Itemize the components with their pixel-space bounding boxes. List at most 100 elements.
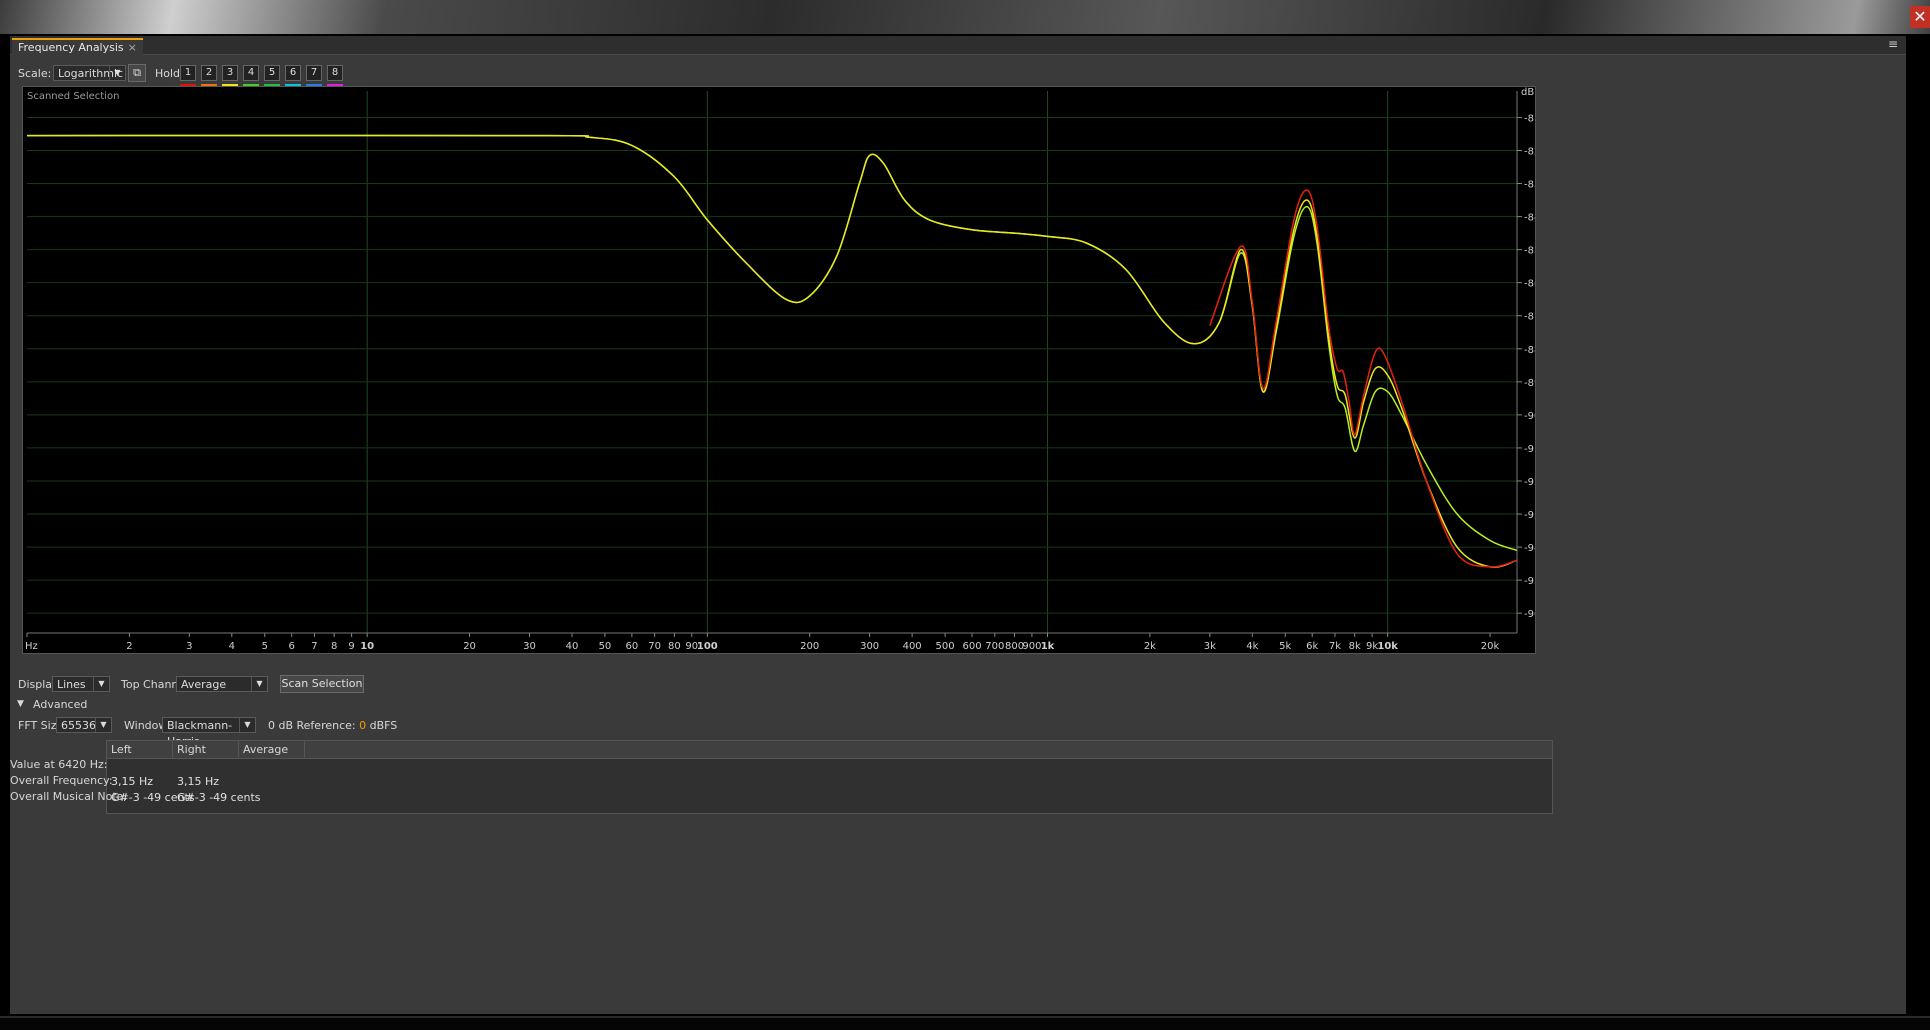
row-label-value-at: Value at 6420 Hz: <box>10 758 108 771</box>
x-tick-label: 300 <box>860 641 879 652</box>
x-tick-label: 3k <box>1204 641 1216 652</box>
scale-dropdown[interactable]: Logarithmic ▼ <box>53 65 126 81</box>
frequency-analysis-panel: Frequency Analysis × ≡ Scale: Logarithmic… <box>10 36 1906 1014</box>
hold-button-4[interactable]: 4 <box>243 65 259 81</box>
copy-icon: ⧉ <box>133 66 141 79</box>
x-tick-label: 50 <box>599 641 612 652</box>
y-tick-label: -87 <box>1524 312 1535 323</box>
chevron-down-icon: ▼ <box>93 677 109 691</box>
x-tick-label: 8 <box>331 641 337 652</box>
window-dropdown[interactable]: Blackmann-Harris ▼ <box>162 717 256 748</box>
x-tick-label: 5 <box>262 641 268 652</box>
x-tick-label: 10 <box>360 641 374 652</box>
statistics-table: Left Right Average 3,15 Hz 3,15 Hz G#-3 … <box>106 740 1553 814</box>
y-tick-label: -94 <box>1524 543 1535 554</box>
x-tick-label: 20k <box>1481 641 1500 652</box>
x-tick-label: 500 <box>936 641 955 652</box>
overall-frequency-left: 3,15 Hz <box>111 775 154 788</box>
x-axis-ticks: Hz 2 3 4 5 6 7 8 9 10 20 30 40 50 60 70 80 90100 200 300 400… <box>25 632 1517 652</box>
db-reference-value[interactable]: 0 <box>359 719 366 732</box>
advanced-label[interactable]: Advanced <box>33 698 87 711</box>
tab-label: Frequency Analysis <box>18 41 124 54</box>
column-header-average[interactable]: Average <box>239 741 305 758</box>
series-line-3 <box>1209 189 1518 568</box>
x-tick-label: 900 <box>1022 641 1041 652</box>
panel-menu-icon[interactable]: ≡ <box>1888 37 1898 51</box>
column-header-right[interactable]: Right <box>173 741 239 758</box>
y-tick-label: -82 <box>1524 146 1535 157</box>
x-tick-label: 30 <box>523 641 536 652</box>
plot-series <box>26 134 1518 569</box>
tab-frequency-analysis[interactable]: Frequency Analysis × <box>12 38 143 56</box>
x-tick-label: 60 <box>625 641 638 652</box>
frequency-chart-svg: Hz 2 3 4 5 6 7 8 9 10 20 30 40 50 60 70 80 90100 200 300 400… <box>25 87 1540 652</box>
y-tick-label: -90 <box>1524 411 1535 422</box>
scale-label: Scale: <box>18 67 52 80</box>
y-axis-ticks: -81 -82 -83 -84 -85 -86 -87 -88 -89 -90 -91 -92 -93 -… <box>1516 91 1540 633</box>
y-tick-label: -92 <box>1524 477 1535 488</box>
top-channel-value: Average <box>181 678 227 691</box>
x-tick-label: 2k <box>1144 641 1156 652</box>
x-tick-label: 6k <box>1306 641 1318 652</box>
statistics-table-header: Left Right Average <box>107 741 1552 759</box>
x-tick-label: 20 <box>463 641 476 652</box>
y-tick-label: -81 <box>1524 113 1535 124</box>
x-tick-label: 5k <box>1279 641 1291 652</box>
x-tick-label: 6 <box>289 641 295 652</box>
frequency-plot[interactable]: Hz 2 3 4 5 6 7 8 9 10 20 30 40 50 60 70 80 90 100 200 300 400… <box>22 86 1540 654</box>
y-tick-label: -91 <box>1524 444 1535 455</box>
x-tick-label: 40 <box>566 641 579 652</box>
db-reference-label: 0 dB Reference: <box>268 719 356 732</box>
x-tick-label: 3 <box>186 641 192 652</box>
close-window-button[interactable]: ✕ <box>1910 6 1930 28</box>
series-line-2 <box>26 134 1518 569</box>
x-tick-label: 70 <box>648 641 661 652</box>
x-tick-label: 7k <box>1329 641 1341 652</box>
x-tick-label: 800 <box>1005 641 1024 652</box>
y-tick-label: -89 <box>1524 378 1535 389</box>
plot-grid <box>27 91 1517 633</box>
x-tick-label: 400 <box>903 641 922 652</box>
db-unit-label: dB <box>1521 87 1534 98</box>
hold-button-1[interactable]: 1 <box>180 65 196 81</box>
x-tick-label: 9 <box>348 641 354 652</box>
scanned-selection-label: Scanned Selection <box>27 91 119 102</box>
column-header-left[interactable]: Left <box>107 741 173 758</box>
x-tick-label: 8k <box>1349 641 1361 652</box>
display-dropdown[interactable]: Lines ▼ <box>52 676 110 692</box>
y-tick-label: -93 <box>1524 510 1535 521</box>
chevron-down-icon: ▼ <box>95 718 111 732</box>
fft-size-dropdown[interactable]: 65536 ▼ <box>56 717 112 733</box>
tab-close-icon[interactable]: × <box>128 41 137 54</box>
row-label-musical-note: Overall Musical Note: <box>10 790 128 803</box>
hold-button-6[interactable]: 6 <box>285 65 301 81</box>
row-label-overall-frequency: Overall Frequency: <box>10 774 113 787</box>
scan-selection-button[interactable]: Scan Selection <box>280 675 364 693</box>
panel-tab-strip: Frequency Analysis × ≡ <box>10 36 1906 56</box>
chevron-down-icon: ▼ <box>251 677 267 691</box>
display-value: Lines <box>57 678 86 691</box>
x-tick-label: 7 <box>311 641 317 652</box>
top-channel-dropdown[interactable]: Average ▼ <box>176 676 268 692</box>
chevron-down-icon: ▼ <box>109 66 125 80</box>
fft-size-value: 65536 <box>61 719 96 732</box>
y-tick-label: -83 <box>1524 180 1535 191</box>
application-title-bar: ✕ <box>0 0 1930 34</box>
y-tick-label: -88 <box>1524 345 1535 356</box>
x-tick-label: 700 <box>985 641 1004 652</box>
hold-button-5[interactable]: 5 <box>264 65 280 81</box>
db-reference-field: 0 dB Reference: 0 dBFS <box>268 719 397 732</box>
x-tick-label: 2 <box>126 641 132 652</box>
hold-button-3[interactable]: 3 <box>222 65 238 81</box>
hold-button-2[interactable]: 2 <box>201 65 217 81</box>
copy-to-clipboard-button[interactable]: ⧉ <box>128 64 146 82</box>
x-tick-label: 4 <box>229 641 235 652</box>
x-tick-label: 200 <box>800 641 819 652</box>
hold-button-7[interactable]: 7 <box>306 65 322 81</box>
y-tick-label: -84 <box>1524 213 1535 224</box>
x-tick-label: 80 <box>668 641 681 652</box>
hold-button-8[interactable]: 8 <box>327 65 343 81</box>
overall-frequency-right: 3,15 Hz <box>177 775 220 788</box>
advanced-collapse-icon[interactable]: ▼ <box>17 699 24 709</box>
y-tick-label: -96 <box>1524 609 1535 620</box>
